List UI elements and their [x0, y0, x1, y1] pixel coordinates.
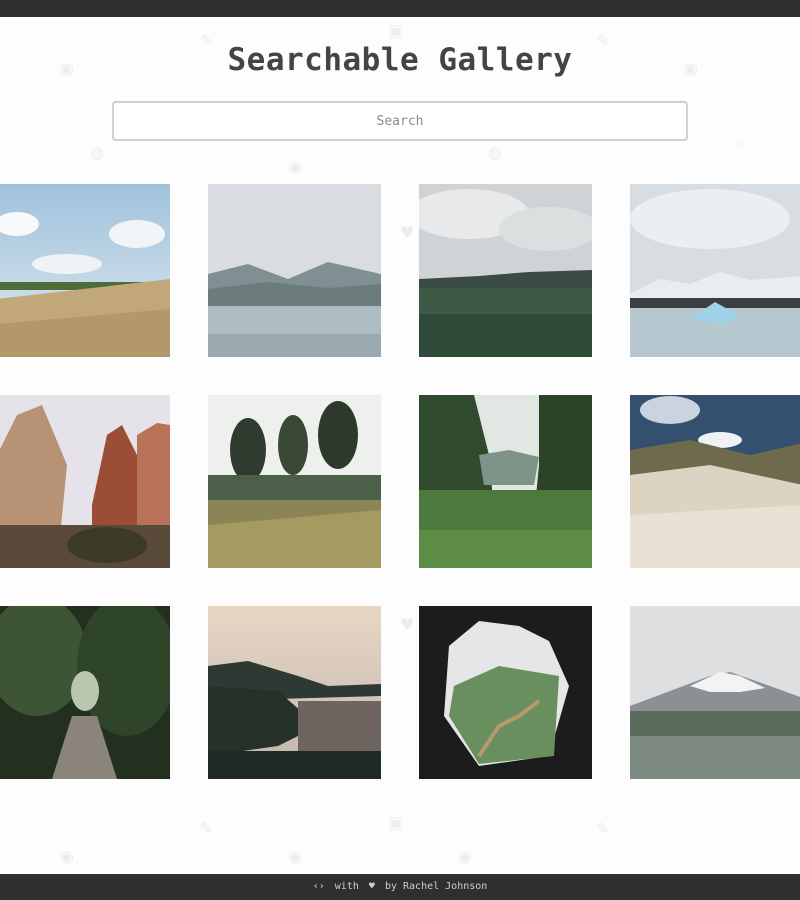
top-bar	[0, 0, 800, 17]
snowy-mountain-photo	[630, 606, 800, 779]
eye-icon: ◉	[288, 157, 302, 176]
page-title: Searchable Gallery	[227, 42, 573, 78]
green-field-cloudy-photo	[419, 184, 592, 357]
gallery-image[interactable]	[630, 395, 800, 568]
gallery-image[interactable]	[419, 395, 592, 568]
gallery-image[interactable]	[0, 184, 170, 357]
footer: ‹› with ♥ by Rachel Johnson	[0, 874, 800, 900]
tag-icon: ✎	[596, 819, 610, 838]
footer-author[interactable]: by Rachel Johnson	[385, 881, 487, 892]
green-valley-photo	[419, 395, 592, 568]
gallery-image[interactable]	[0, 606, 170, 779]
garden-trees-photo	[208, 395, 381, 568]
glacier-lagoon-photo	[630, 184, 800, 357]
camera-icon: ▣	[388, 21, 404, 40]
gallery-image[interactable]	[419, 184, 592, 357]
mountain-lake-photo	[208, 184, 381, 357]
gallery-image[interactable]	[208, 184, 381, 357]
globe-icon: ◍	[90, 143, 104, 162]
gallery-image[interactable]	[630, 606, 800, 779]
heart-icon: ♥	[400, 615, 415, 634]
pin-icon: ⌾	[735, 135, 745, 154]
code-icon: ‹›	[312, 881, 325, 892]
field-meadow-photo	[0, 184, 170, 357]
red-rock-canyon-photo	[0, 395, 170, 568]
forest-path-photo	[0, 606, 170, 779]
gallery-image[interactable]	[208, 395, 381, 568]
eye-icon: ◉	[60, 847, 74, 866]
heart-icon: ♥	[400, 223, 415, 242]
globe-icon: ◍	[488, 143, 502, 162]
eye-icon: ◉	[288, 847, 302, 866]
search-input[interactable]	[112, 101, 688, 141]
coastal-sunset-photo	[208, 606, 381, 779]
cave-opening-photo	[419, 606, 592, 779]
heart-icon: ♥	[368, 881, 375, 892]
camera-icon: ▣	[388, 813, 404, 832]
gallery-image[interactable]	[0, 395, 170, 568]
eye-icon: ◉	[458, 847, 472, 866]
footer-with-text: with	[334, 881, 359, 892]
gallery-image[interactable]	[419, 606, 592, 779]
sand-dunes-photo	[630, 395, 800, 568]
gallery-image[interactable]	[630, 184, 800, 357]
gallery-image[interactable]	[208, 606, 381, 779]
tag-icon: ✎	[200, 819, 214, 838]
